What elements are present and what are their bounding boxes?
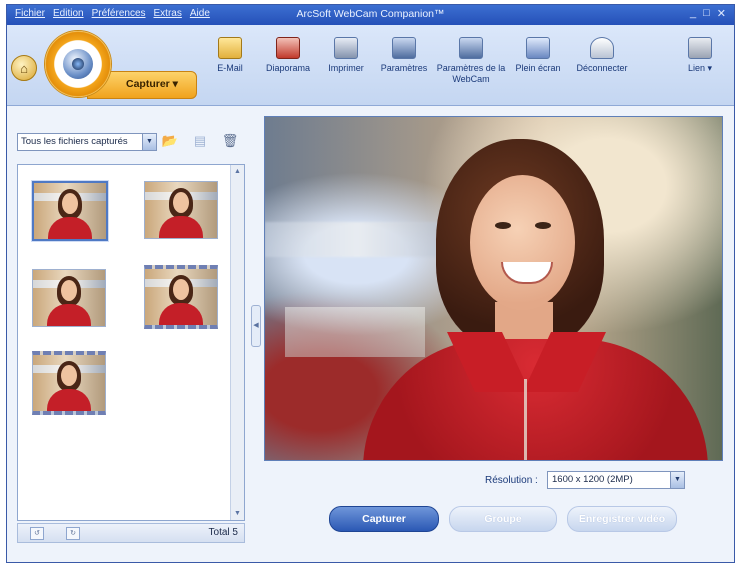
link-label: Lien ▾ [687, 63, 713, 73]
settings-icon [392, 37, 416, 59]
email-label: E-Mail [217, 63, 243, 73]
captured-files-panel: Tous les fichiers capturés ▼ 📂 ▤ 🗑 ▲ ▼ ↺ … [13, 113, 251, 553]
printer-icon [334, 37, 358, 59]
webcam-settings-label: Paramètres de la WebCam [436, 63, 506, 84]
chevron-down-icon[interactable]: ▼ [670, 472, 684, 488]
minimize-button[interactable]: _ [690, 7, 696, 20]
disconnect-icon [590, 37, 614, 59]
thumbnail-scrollbar[interactable]: ▲ ▼ [230, 165, 244, 520]
webcam-settings-button[interactable]: Paramètres de la WebCam [433, 37, 509, 85]
chevron-down-icon[interactable]: ▼ [142, 134, 156, 150]
toolbar: ⌂ Capturer ▾ E-Mail Diaporama Imprimer P… [7, 25, 734, 106]
webcam-preview [264, 116, 723, 461]
webcam-icon [63, 49, 93, 79]
home-icon: ⌂ [20, 60, 28, 76]
link-icon [688, 37, 712, 59]
title-bar: Fichier Edition Préférences Extras Aide … [7, 5, 734, 25]
total-count: Total 5 [208, 527, 238, 538]
preview-image [265, 117, 722, 460]
file-filter-select[interactable]: Tous les fichiers capturés ▼ [17, 133, 157, 151]
resolution-label: Résolution : [485, 475, 538, 486]
thumbnail-list: ▲ ▼ [17, 164, 245, 521]
fullscreen-button[interactable]: Plein écran [509, 37, 567, 85]
link-button[interactable]: Lien ▾ [671, 37, 729, 85]
email-button[interactable]: E-Mail [201, 37, 259, 85]
slideshow-button[interactable]: Diaporama [259, 37, 317, 85]
home-button[interactable]: ⌂ [11, 55, 37, 81]
collapse-arrow-icon: ◀ [253, 322, 259, 329]
print-button[interactable]: Imprimer [317, 37, 375, 85]
rotate-right-icon[interactable]: ↻ [66, 527, 80, 540]
close-button[interactable]: ✕ [717, 7, 726, 20]
webcam-logo [45, 31, 111, 97]
fullscreen-icon [526, 37, 550, 59]
trash-icon[interactable]: 🗑 [221, 132, 239, 149]
thumbnail-footer: ↺ ↻ Total 5 [17, 523, 245, 543]
webcam-settings-icon [459, 37, 483, 59]
resolution-value: 1600 x 1200 (2MP) [552, 474, 633, 485]
resolution-select[interactable]: 1600 x 1200 (2MP) ▼ [547, 471, 685, 489]
toolbar-actions: E-Mail Diaporama Imprimer Paramètres Par… [201, 37, 729, 85]
print-label: Imprimer [328, 63, 364, 73]
thumbnail-2[interactable] [144, 181, 218, 239]
email-icon [218, 37, 242, 59]
thumbnail-1[interactable] [32, 181, 108, 241]
disconnect-button[interactable]: Déconnecter [567, 37, 637, 85]
new-folder-icon[interactable]: 📂 [161, 132, 179, 149]
settings-button[interactable]: Paramètres [375, 37, 433, 85]
fullscreen-label: Plein écran [515, 63, 561, 73]
scroll-down-icon[interactable]: ▼ [231, 507, 244, 520]
scroll-up-icon[interactable]: ▲ [231, 165, 244, 178]
window-controls: _ □ ✕ [690, 7, 726, 20]
thumbnail-5[interactable] [32, 351, 106, 415]
burst-button[interactable]: Groupe [449, 506, 557, 532]
record-video-button[interactable]: Enregistrer vidéo [567, 506, 677, 532]
settings-label: Paramètres [380, 63, 428, 73]
file-filter-value: Tous les fichiers capturés [21, 136, 128, 147]
slideshow-icon [276, 37, 300, 59]
thumbnail-3[interactable] [32, 269, 106, 327]
panel-splitter[interactable]: ◀ [251, 305, 261, 347]
slideshow-label: Diaporama [265, 63, 311, 73]
capture-tab-label: Capturer ▾ [126, 78, 178, 90]
app-title: ArcSoft WebCam Companion™ [296, 8, 445, 20]
thumbnail-4[interactable] [144, 265, 218, 329]
capture-button[interactable]: Capturer [329, 506, 439, 532]
properties-icon[interactable]: ▤ [191, 132, 209, 149]
app-window: Fichier Edition Préférences Extras Aide … [6, 4, 735, 563]
rotate-left-icon[interactable]: ↺ [30, 527, 44, 540]
maximize-button[interactable]: □ [703, 7, 710, 20]
disconnect-label: Déconnecter [576, 63, 628, 73]
